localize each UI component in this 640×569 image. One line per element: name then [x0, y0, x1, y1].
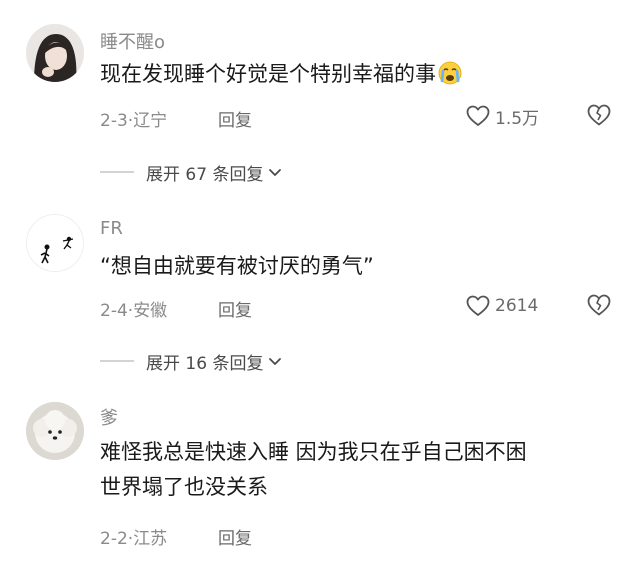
- user-photo-icon: [26, 24, 84, 82]
- expand-replies-label: 展开 16 条回复: [146, 353, 264, 374]
- comment-text: 现在发现睡个好觉是个特别幸福的事: [100, 58, 620, 95]
- comment-text-line: 难怪我总是快速入睡 因为我只在乎自己困不困: [100, 440, 527, 464]
- comment-text: “想自由就要有被讨厌的勇气”: [100, 254, 374, 278]
- username[interactable]: 爹: [100, 404, 118, 430]
- heart-icon: [466, 295, 490, 316]
- broken-heart-icon: [587, 294, 611, 316]
- divider: [100, 360, 134, 362]
- comment-1: 睡不醒o 现在发现睡个好觉是个特别幸福的事 2-3·辽宁 回复 1.5万 展开 …: [0, 0, 640, 210]
- expand-replies-button[interactable]: 展开 16 条回复: [100, 347, 283, 375]
- divider: [100, 171, 134, 173]
- chevron-down-icon: [269, 169, 282, 176]
- comment-location: 安徽: [133, 301, 168, 321]
- dislike-button[interactable]: [586, 293, 612, 319]
- comment-location: 辽宁: [133, 111, 168, 131]
- comment-date: 2-3: [100, 111, 128, 131]
- user-drawing-icon: [27, 215, 83, 271]
- comment-location: 江苏: [133, 529, 168, 549]
- fluffy-dog-avatar-icon: [26, 402, 84, 460]
- comment-meta: 2-3·辽宁: [100, 106, 167, 131]
- broken-heart-icon: [587, 104, 611, 126]
- avatar[interactable]: [26, 402, 84, 460]
- dislike-button[interactable]: [586, 103, 612, 129]
- comment-text-body: 现在发现睡个好觉是个特别幸福的事: [100, 62, 436, 86]
- avatar[interactable]: [26, 24, 84, 82]
- expand-replies-label: 展开 67 条回复: [146, 164, 264, 185]
- comment-meta: 2-2·江苏: [100, 524, 167, 549]
- like-count: 1.5万: [495, 108, 540, 129]
- chevron-down-icon: [269, 358, 282, 365]
- expand-replies-button[interactable]: 展开 67 条回复: [100, 158, 283, 186]
- avatar[interactable]: [26, 214, 84, 272]
- comment-text-line: 世界塌了也没关系: [100, 475, 268, 499]
- comment-text: 难怪我总是快速入睡 因为我只在乎自己困不困 世界塌了也没关系: [100, 436, 620, 504]
- comment-3: 爹 难怪我总是快速入睡 因为我只在乎自己困不困 世界塌了也没关系 2-2·江苏 …: [0, 390, 640, 569]
- comment-date: 2-2: [100, 529, 128, 549]
- like-count: 2614: [495, 296, 539, 316]
- reply-button[interactable]: 回复: [218, 524, 252, 549]
- like-button[interactable]: 1.5万: [466, 103, 539, 129]
- reply-button[interactable]: 回复: [218, 106, 252, 131]
- username[interactable]: 睡不醒o: [100, 28, 165, 54]
- comment-date: 2-4: [100, 301, 128, 321]
- reply-button[interactable]: 回复: [218, 296, 252, 321]
- username[interactable]: FR: [100, 218, 123, 239]
- like-button[interactable]: 2614: [466, 293, 538, 319]
- crying-face-emoji-icon: [438, 61, 462, 95]
- comment-2: FR “想自由就要有被讨厌的勇气” 2-4·安徽 回复 2614 展开 16 条…: [0, 210, 640, 390]
- comment-meta: 2-4·安徽: [100, 296, 167, 321]
- heart-icon: [466, 105, 490, 126]
